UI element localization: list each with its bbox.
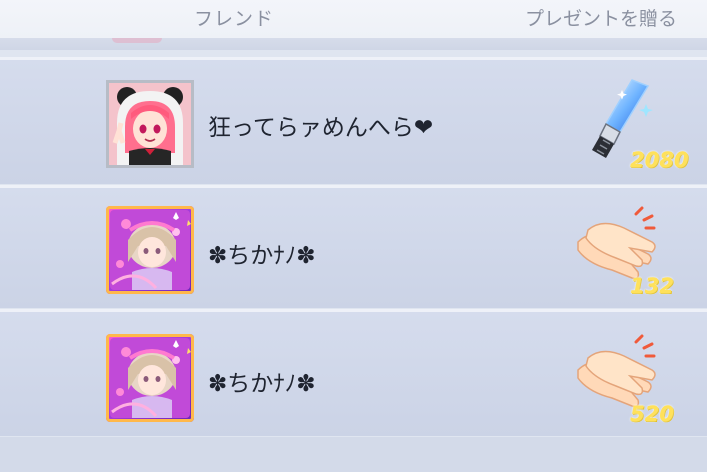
friend-name: ✽ちかﾅﾉ✽	[208, 243, 316, 269]
avatar[interactable]	[106, 334, 194, 422]
friend-column-header: フレンド	[194, 8, 275, 30]
idol-card-icon	[110, 338, 191, 418]
gift-count: 132	[630, 274, 674, 298]
friend-row[interactable]: 狂ってらァめんへら❤︎ 2080	[0, 57, 707, 184]
avatar[interactable]	[106, 206, 194, 294]
friend-row[interactable]: ✽ちかﾅﾉ✽ 132	[0, 185, 707, 308]
next-row-edge	[0, 437, 707, 472]
list-header: フレンド プレゼントを贈る	[0, 0, 707, 38]
pink-hair-girl-icon	[109, 83, 191, 165]
friend-row[interactable]: ✽ちかﾅﾉ✽ 520	[0, 309, 707, 436]
gift-count: 520	[630, 402, 674, 426]
previous-avatar-edge	[112, 38, 162, 43]
avatar[interactable]	[106, 80, 194, 168]
idol-card-icon	[110, 210, 191, 290]
previous-row-edge	[0, 38, 707, 50]
gift-count: 2080	[630, 148, 689, 172]
friend-name: 狂ってらァめんへら❤︎	[208, 115, 434, 141]
gift-column-header: プレゼントを贈る	[525, 8, 678, 30]
friend-name: ✽ちかﾅﾉ✽	[208, 371, 316, 397]
